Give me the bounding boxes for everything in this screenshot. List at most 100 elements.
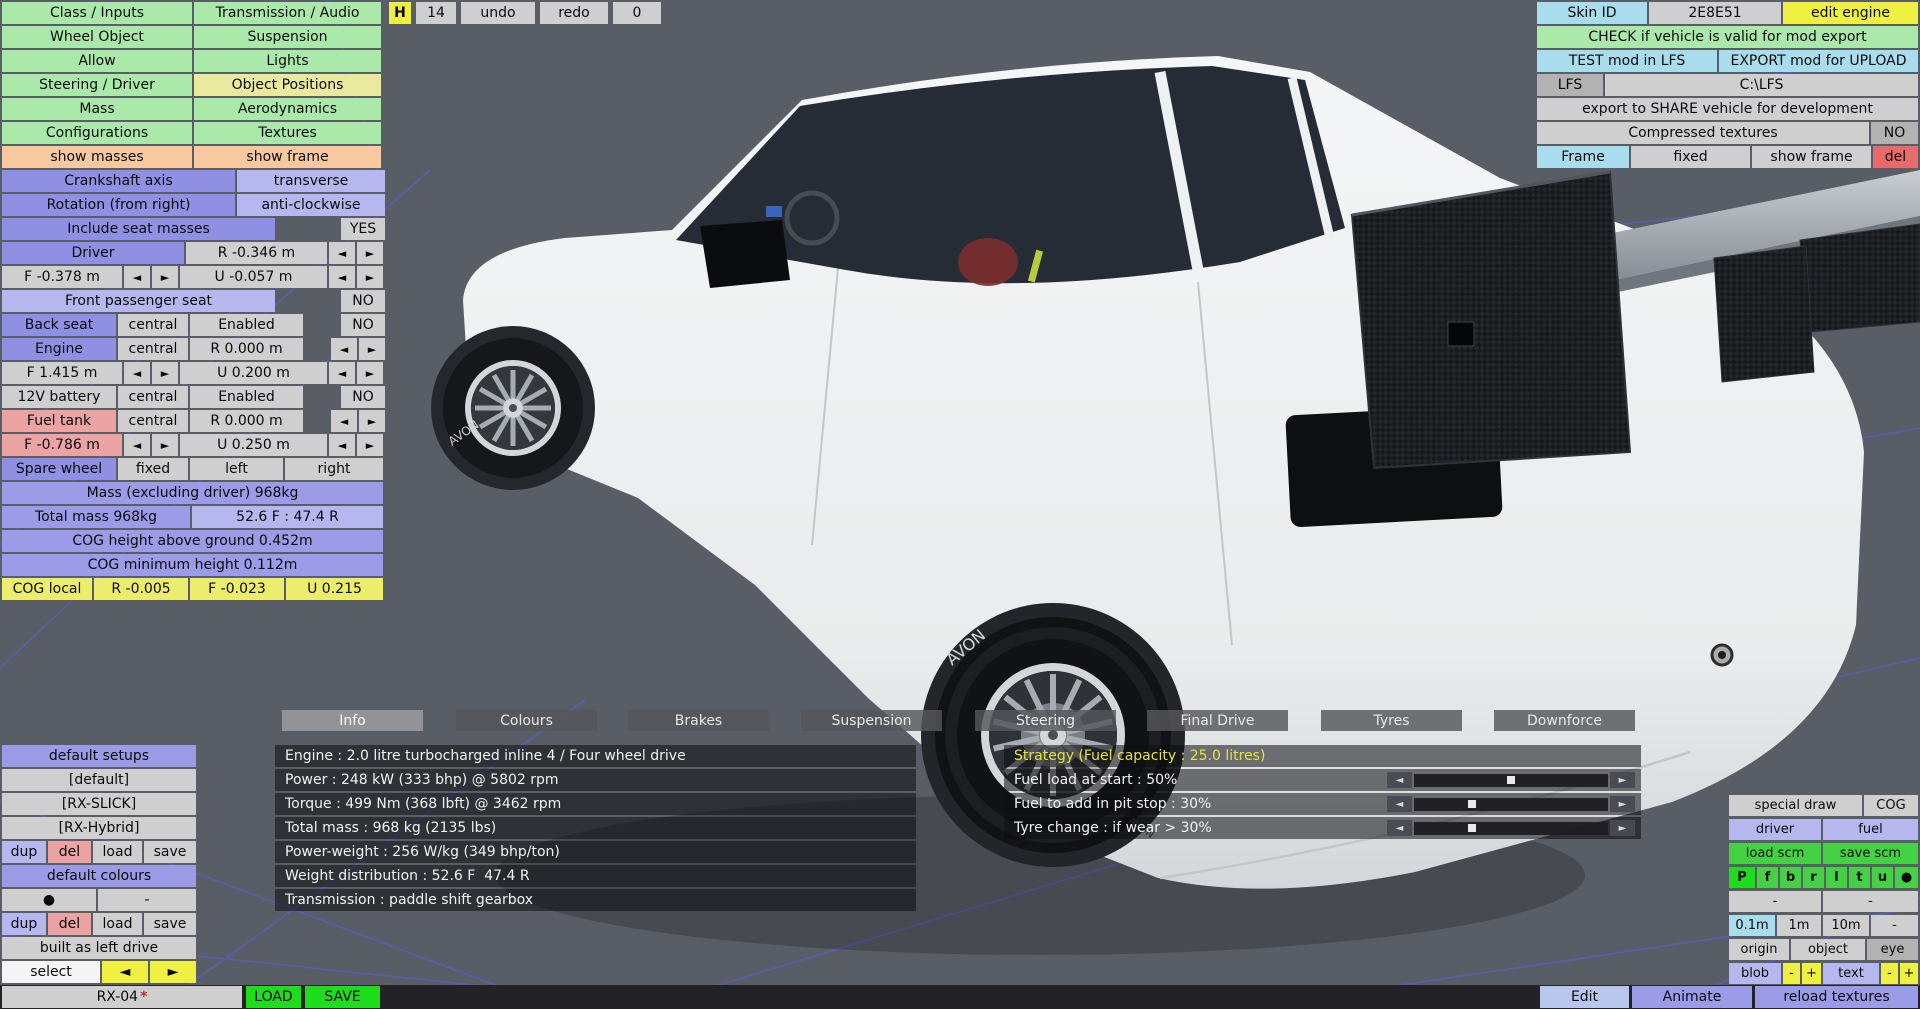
- step-right-arrow[interactable]: ►: [152, 362, 178, 384]
- spare-wheel-right[interactable]: right: [285, 458, 383, 480]
- slider-left-arrow[interactable]: ◄: [1387, 820, 1412, 836]
- tyre-change-label[interactable]: Tyre change : if wear > 30%: [1014, 820, 1212, 836]
- spare-wheel-mode[interactable]: fixed: [118, 458, 188, 480]
- menu-object-positions-active[interactable]: Object Positions: [194, 74, 381, 96]
- step-left-arrow[interactable]: ◄: [124, 362, 150, 384]
- fuel-load-label[interactable]: Fuel load at start : 50%: [1014, 772, 1177, 788]
- tool-none-right[interactable]: -: [1823, 891, 1918, 912]
- lfs-label[interactable]: LFS: [1537, 74, 1603, 96]
- menu-class-inputs[interactable]: Class / Inputs: [2, 2, 192, 24]
- step-10m-button[interactable]: 10m: [1823, 915, 1869, 936]
- select-next-arrow[interactable]: ►: [150, 961, 196, 983]
- step-left-arrow[interactable]: ◄: [124, 434, 150, 456]
- test-mod-button[interactable]: TEST mod in LFS: [1537, 50, 1717, 72]
- driver-r-value[interactable]: R -0.346 m: [186, 242, 327, 264]
- colour-none-button[interactable]: -: [98, 889, 196, 911]
- setup-load-button[interactable]: load: [93, 841, 142, 863]
- pit-fuel-slider[interactable]: ◄ ►: [1387, 796, 1635, 812]
- back-seat-toggle[interactable]: NO: [341, 314, 385, 336]
- menu-transmission-audio[interactable]: Transmission / Audio: [194, 2, 381, 24]
- cog-button[interactable]: COG: [1864, 795, 1918, 816]
- setup-item-default[interactable]: [default]: [2, 769, 196, 791]
- menu-textures[interactable]: Textures: [194, 122, 381, 144]
- engine-f-value[interactable]: F 1.415 m: [2, 362, 122, 384]
- step-left-arrow[interactable]: ◄: [331, 338, 357, 360]
- show-frame-button[interactable]: show frame: [194, 146, 381, 168]
- battery-pos[interactable]: central: [118, 386, 188, 408]
- engine-r-value[interactable]: R 0.000 m: [190, 338, 303, 360]
- save-button[interactable]: SAVE: [305, 986, 380, 1008]
- menu-lights[interactable]: Lights: [194, 50, 381, 72]
- setup-item-rx-slick[interactable]: [RX-SLICK]: [2, 793, 196, 815]
- menu-aerodynamics[interactable]: Aerodynamics: [194, 98, 381, 120]
- frame-fixed-button[interactable]: fixed: [1631, 146, 1750, 168]
- menu-wheel-object[interactable]: Wheel Object: [2, 26, 192, 48]
- fuel-tank-button[interactable]: Fuel tank: [2, 410, 116, 432]
- fuel-tank-r-value[interactable]: R 0.000 m: [190, 410, 303, 432]
- toggle-l[interactable]: l: [1826, 867, 1847, 888]
- slider-track[interactable]: [1414, 821, 1608, 835]
- default-setups-button[interactable]: default setups: [2, 745, 196, 767]
- setup-dup-button[interactable]: dup: [2, 841, 46, 863]
- step-right-arrow[interactable]: ►: [357, 434, 383, 456]
- step-right-arrow[interactable]: ►: [359, 338, 385, 360]
- slider-right-arrow[interactable]: ►: [1610, 820, 1635, 836]
- tyre-change-slider[interactable]: ◄ ►: [1387, 820, 1635, 836]
- blob-minus-button[interactable]: -: [1783, 963, 1800, 984]
- colour-swatch-button[interactable]: ●: [2, 889, 96, 911]
- battery-toggle[interactable]: NO: [341, 386, 385, 408]
- battery-button[interactable]: 12V battery: [2, 386, 116, 408]
- spare-wheel-left[interactable]: left: [190, 458, 283, 480]
- driver-u-value[interactable]: U -0.057 m: [180, 266, 327, 288]
- tab-steering[interactable]: Steering: [975, 710, 1116, 731]
- default-colours-button[interactable]: default colours: [2, 865, 196, 887]
- menu-suspension[interactable]: Suspension: [194, 26, 381, 48]
- step-right-arrow[interactable]: ►: [152, 434, 178, 456]
- spare-wheel-button[interactable]: Spare wheel: [2, 458, 116, 480]
- step-left-arrow[interactable]: ◄: [329, 362, 355, 384]
- skin-id-value[interactable]: 2E8E51: [1649, 2, 1781, 24]
- text-minus-button[interactable]: -: [1881, 963, 1898, 984]
- text-plus-button[interactable]: +: [1900, 963, 1918, 984]
- slider-thumb[interactable]: [1468, 800, 1477, 808]
- special-draw-button[interactable]: special draw: [1729, 795, 1862, 816]
- step-left-arrow[interactable]: ◄: [331, 410, 357, 432]
- step-0-1m-button[interactable]: 0.1m: [1729, 915, 1775, 936]
- load-scm-button[interactable]: load scm: [1729, 843, 1821, 864]
- menu-mass[interactable]: Mass: [2, 98, 192, 120]
- share-export-button[interactable]: export to SHARE vehicle for development: [1537, 98, 1918, 120]
- tab-tyres[interactable]: Tyres: [1321, 710, 1462, 731]
- step-right-arrow[interactable]: ►: [152, 266, 178, 288]
- back-seat-pos[interactable]: central: [118, 314, 188, 336]
- step-1m-button[interactable]: 1m: [1777, 915, 1821, 936]
- load-button[interactable]: LOAD: [246, 986, 301, 1008]
- battery-state[interactable]: Enabled: [190, 386, 303, 408]
- tool-none-left[interactable]: -: [1729, 891, 1821, 912]
- step-none-button[interactable]: -: [1871, 915, 1918, 936]
- built-as-left-drive-toggle[interactable]: built as left drive: [2, 937, 196, 959]
- tab-brakes[interactable]: Brakes: [628, 710, 769, 731]
- step-right-arrow[interactable]: ►: [357, 242, 383, 264]
- eye-button[interactable]: eye: [1867, 939, 1918, 960]
- check-mod-export-button[interactable]: CHECK if vehicle is valid for mod export: [1537, 26, 1918, 48]
- driver-button[interactable]: Driver: [2, 242, 184, 264]
- text-button[interactable]: text: [1823, 963, 1879, 984]
- fuel-tank-pos[interactable]: central: [118, 410, 188, 432]
- colour-save-button[interactable]: save: [144, 913, 196, 935]
- setup-del-button[interactable]: del: [48, 841, 91, 863]
- slider-right-arrow[interactable]: ►: [1610, 796, 1635, 812]
- lfs-path-value[interactable]: C:\LFS: [1605, 74, 1918, 96]
- frame-show-button[interactable]: show frame: [1752, 146, 1871, 168]
- blob-button[interactable]: blob: [1729, 963, 1781, 984]
- step-left-arrow[interactable]: ◄: [329, 434, 355, 456]
- vehicle-name-button[interactable]: RX-04 *: [2, 986, 242, 1008]
- engine-button[interactable]: Engine: [2, 338, 116, 360]
- select-prev-arrow[interactable]: ◄: [102, 961, 148, 983]
- step-left-arrow[interactable]: ◄: [124, 266, 150, 288]
- object-button[interactable]: object: [1791, 939, 1865, 960]
- rotation-value[interactable]: anti-clockwise: [237, 194, 385, 216]
- origin-button[interactable]: origin: [1729, 939, 1789, 960]
- driver-f-value[interactable]: F -0.378 m: [2, 266, 122, 288]
- toggle-t[interactable]: t: [1849, 867, 1870, 888]
- back-seat-state[interactable]: Enabled: [190, 314, 303, 336]
